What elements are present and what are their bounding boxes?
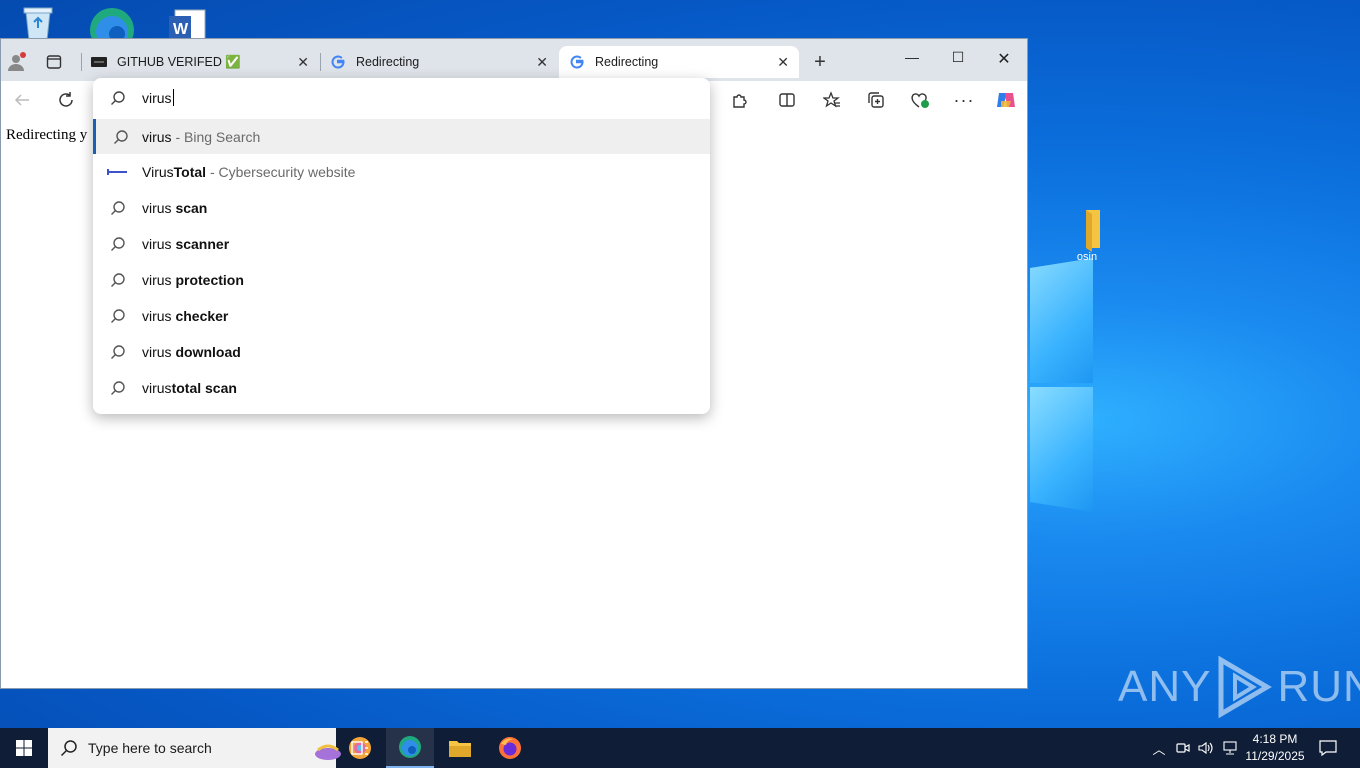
play-logo-icon [1218,656,1273,718]
page-redirect-text: Redirecting y [6,127,88,143]
folder-desktop-icon[interactable]: osin [1057,208,1117,263]
github-favicon-icon [91,54,107,70]
suggestion-completion: download [175,344,241,360]
suggestion-item[interactable]: virustotal scan [93,370,710,406]
svg-text:W: W [173,21,189,38]
split-screen-icon[interactable] [776,89,798,111]
suggestion-prefix: virus [142,129,172,145]
search-icon [111,91,125,105]
tab-bar: GITHUB VERIFED ✅ ✕ Redirecting ✕ Redirec… [1,39,1027,81]
suggestion-prefix: virus [142,380,172,396]
folder-label: osin [1076,251,1098,263]
close-window-icon[interactable]: ✕ [981,49,1027,69]
anyrun-watermark: ANY RUN [1118,656,1360,718]
search-icon [111,201,125,215]
clock-date: 11/29/2025 [1245,749,1305,763]
folder-icon [449,741,471,757]
clock[interactable]: 4:18 PM 11/29/2025 [1240,732,1310,763]
suggestion-completion: Total [173,164,207,180]
suggestion-completion: scan [175,200,208,216]
collections-icon[interactable] [865,89,887,111]
tab-title: Redirecting [356,55,420,69]
profile-icon[interactable] [5,51,27,73]
search-icon [114,130,128,144]
suggestion-item[interactable]: VirusTotal - Cybersecurity website [93,154,710,190]
taskbar-file-explorer-button[interactable] [436,728,484,768]
search-icon [111,345,125,359]
start-button[interactable] [0,728,48,768]
search-icon [111,237,125,251]
taskbar-edge-button[interactable] [386,728,434,768]
task-view-icon [351,741,368,755]
network-icon[interactable] [1221,728,1239,768]
windows-logo-wallpaper [1020,250,1100,520]
notification-icon [1319,740,1337,756]
close-tab-icon[interactable]: ✕ [777,54,789,71]
search-icon [111,309,125,323]
edge-icon [399,736,421,758]
suggestion-item[interactable]: virus scan [93,190,710,226]
tab-redirecting-1[interactable]: Redirecting ✕ [320,46,558,78]
taskbar-firefox-button[interactable] [486,728,534,768]
suggestion-item[interactable]: virus checker [93,298,710,334]
show-hidden-icons-button[interactable]: ︿ [1150,728,1168,768]
search-icon [111,273,125,287]
suggestion-prefix: Virus [142,164,174,180]
minimize-icon[interactable]: — [889,49,935,65]
suggestion-completion: total scan [171,380,237,396]
tab-actions-icon[interactable] [43,51,65,73]
close-tab-icon[interactable]: ✕ [536,54,548,71]
volume-icon[interactable] [1197,728,1215,768]
search-icon [111,381,125,395]
maximize-icon[interactable]: ☐ [935,49,981,66]
suggestion-prefix: virus [142,236,176,252]
meet-now-icon[interactable] [1174,728,1192,768]
suggestion-completion: scanner [175,236,230,252]
tab-title: Redirecting [595,55,659,69]
favorites-icon[interactable] [821,89,843,111]
google-favicon-icon [569,54,585,70]
suggestion-prefix: virus [142,200,176,216]
firefox-icon [499,737,521,759]
suggestion-item[interactable]: virus download [93,334,710,370]
suggestion-description: - Bing Search [171,129,261,145]
notification-center-button[interactable] [1316,728,1340,768]
taskbar-search-placeholder: Type here to search [88,740,212,756]
address-bar-dropdown: virus virus - Bing Search VirusTotal - Cy… [93,78,710,414]
suggestion-prefix: virus [142,308,176,324]
taskbar-search-box[interactable]: Type here to search [48,728,371,768]
suggestion-prefix: virus [142,272,176,288]
tab-redirecting-2[interactable]: Redirecting ✕ [559,46,799,78]
copilot-icon[interactable] [995,89,1017,111]
address-bar-input[interactable]: virus [93,78,710,118]
address-bar-typed-text: virus [142,90,172,106]
virustotal-favicon-icon [107,169,127,175]
new-tab-icon[interactable]: + [809,51,831,73]
tab-title: GITHUB VERIFED ✅ [117,54,241,69]
suggestion-item[interactable]: virus protection [93,262,710,298]
google-favicon-icon [330,54,346,70]
search-icon [60,740,77,757]
suggestion-completion: protection [175,272,244,288]
windows-start-icon [16,740,32,756]
back-icon[interactable] [11,89,33,111]
task-view-button[interactable] [336,728,384,768]
suggestion-item[interactable]: virus - Bing Search [93,119,710,154]
suggestion-description: - Cybersecurity website [206,164,356,180]
browser-essentials-icon[interactable] [909,89,931,111]
suggestion-item[interactable]: virus scanner [93,226,710,262]
refresh-icon[interactable] [55,89,77,111]
clock-time: 4:18 PM [1252,732,1298,746]
tab-github-verified[interactable]: GITHUB VERIFED ✅ ✕ [81,46,319,78]
extensions-icon[interactable] [728,89,750,111]
taskbar: Type here to search ︿ 4:18 PM 11/29/2025 [0,728,1360,768]
suggestion-prefix: virus [142,344,176,360]
close-tab-icon[interactable]: ✕ [297,54,309,71]
more-options-icon[interactable]: ··· [953,89,975,111]
suggestion-completion: checker [175,308,229,324]
